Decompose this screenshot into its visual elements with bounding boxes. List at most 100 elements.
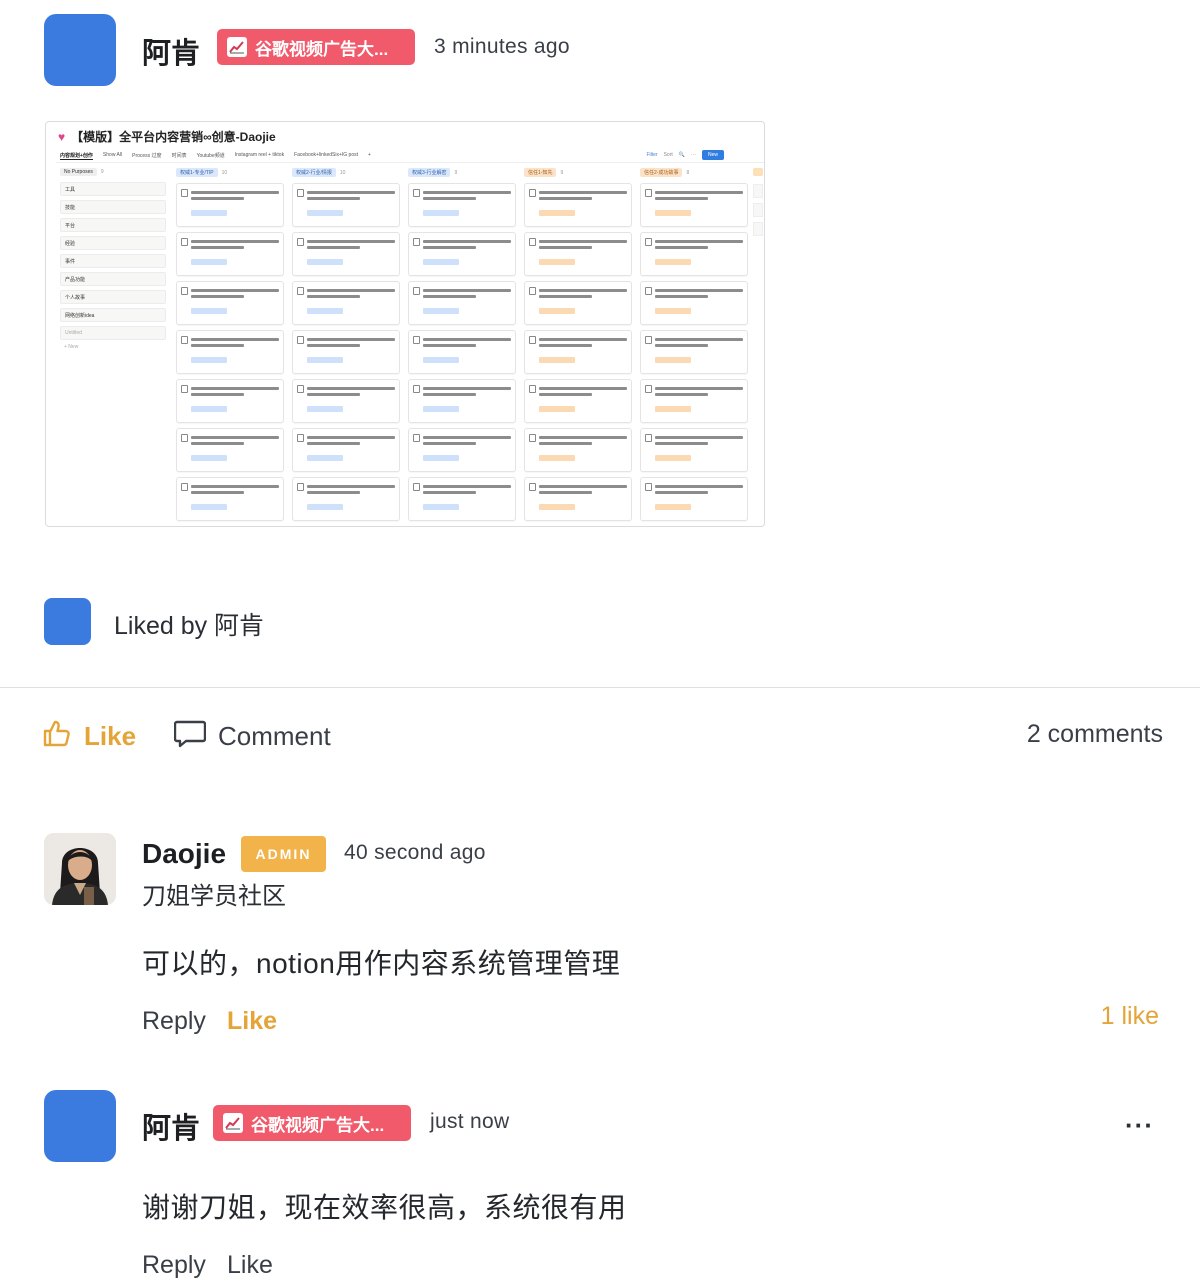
notion-card xyxy=(524,428,632,472)
notion-card xyxy=(408,281,516,325)
notion-board-column: 权威3-行业解密 9 xyxy=(408,168,516,526)
sidebar-group-item: 产品功能 xyxy=(60,272,166,286)
sidebar-group-item: 技能 xyxy=(60,200,166,214)
liker-avatar[interactable] xyxy=(44,598,91,645)
post-author-name[interactable]: 阿肯 xyxy=(142,30,200,72)
sidebar-group-item: 经验 xyxy=(60,236,166,250)
notion-toolbar: Filter Sort 🔍 ··· New xyxy=(646,150,724,160)
comment-author-name[interactable]: 阿肯 xyxy=(142,1105,200,1147)
notion-view-tab: Facebook+linkedSix+IG post xyxy=(294,152,359,158)
notion-view-tab: Youtube频道 xyxy=(196,153,225,159)
notion-card xyxy=(408,477,516,521)
notion-card xyxy=(408,379,516,423)
comment-author-badge: 谷歌视频广告大... xyxy=(213,1105,411,1141)
notion-card xyxy=(524,526,632,527)
notion-card xyxy=(408,232,516,276)
sidebar-header: No Purposes xyxy=(60,168,97,176)
comment-author-name[interactable]: Daojie xyxy=(142,838,226,870)
more-icon: ··· xyxy=(690,152,696,158)
notion-card xyxy=(524,232,632,276)
column-count: 10 xyxy=(221,169,228,176)
notion-card xyxy=(640,526,748,527)
notion-board-column: 权威1-专业/TIP 10 xyxy=(176,168,284,527)
reply-button[interactable]: Reply xyxy=(142,1007,206,1036)
notion-card xyxy=(176,183,284,227)
post-author-avatar[interactable] xyxy=(44,14,116,86)
notion-title: ♥ 【模版】全平台内容营销∞创意-Daojie xyxy=(58,130,276,144)
notion-card xyxy=(524,281,632,325)
notion-card xyxy=(292,526,400,527)
notion-card xyxy=(640,232,748,276)
sidebar-add: + New xyxy=(64,344,79,350)
comment-timestamp[interactable]: just now xyxy=(430,1110,509,1134)
notion-card xyxy=(176,379,284,423)
heart-icon: ♥ xyxy=(58,130,66,144)
post-attachment-image[interactable]: ♥ 【模版】全平台内容营销∞创意-Daojie 内容规划+创作 Show All Pr… xyxy=(45,121,765,527)
notion-card xyxy=(408,183,516,227)
notion-card xyxy=(292,232,400,276)
comment-timestamp[interactable]: 40 second ago xyxy=(344,841,486,865)
notion-board-column: 信任1-知先9+ New xyxy=(524,168,632,527)
column-count: 10 xyxy=(339,169,346,176)
like-count[interactable]: 1 like xyxy=(1101,1002,1159,1031)
notion-card xyxy=(176,330,284,374)
community-name: 刀姐学员社区 xyxy=(142,883,286,910)
comment-like-button[interactable]: Like xyxy=(227,1251,273,1280)
comment-body: 谢谢刀姐，现在效率很高，系统很有用 xyxy=(142,1192,627,1223)
notion-card xyxy=(176,526,284,527)
trending-chart-icon xyxy=(227,37,247,57)
daojie-avatar[interactable] xyxy=(44,833,116,905)
column-label: 信任2-成功故事 xyxy=(640,168,683,177)
column-label: 权威2-行业/情报 xyxy=(292,168,336,177)
notion-view-tab: + xyxy=(368,152,371,158)
comment-like-button[interactable]: Like xyxy=(227,1007,277,1036)
search-icon: 🔍 xyxy=(678,152,685,158)
column-label: 权威3-行业解密 xyxy=(408,168,451,177)
notion-card xyxy=(524,330,632,374)
badge-label: 谷歌视频广告大... xyxy=(251,1115,385,1135)
column-count: 9 xyxy=(454,169,458,176)
comment-body: 可以的，notion用作内容系统管理管理 xyxy=(142,948,621,979)
sidebar-group-item: Untitled xyxy=(60,326,166,340)
notion-sidebar: No Purposes 9 工具 技能 平台 经验 事件 产品功能 个人故事 网络创新idea U… xyxy=(60,168,166,350)
admin-badge: ADMIN xyxy=(241,836,326,872)
notion-card xyxy=(292,281,400,325)
comments-count[interactable]: 2 comments xyxy=(1027,720,1163,749)
sidebar-count: 9 xyxy=(100,169,104,175)
sidebar-group-item: 事件 xyxy=(60,254,166,268)
notion-card xyxy=(292,477,400,521)
thumbs-up-icon xyxy=(42,718,72,755)
notion-card xyxy=(408,428,516,472)
like-button[interactable]: Like xyxy=(42,718,136,755)
notion-card xyxy=(292,330,400,374)
notion-card xyxy=(292,183,400,227)
notion-card xyxy=(176,428,284,472)
comment-button[interactable]: Comment xyxy=(173,718,331,755)
notion-card xyxy=(640,330,748,374)
post-author-badge: 谷歌视频广告大... xyxy=(217,29,415,65)
post-timestamp[interactable]: 3 minutes ago xyxy=(434,35,570,59)
notion-card xyxy=(640,428,748,472)
notion-card xyxy=(176,477,284,521)
column-label: 权威1-专业/TIP xyxy=(176,168,218,177)
notion-card xyxy=(640,379,748,423)
column-count: 9 xyxy=(560,169,564,176)
notion-view-tab: Instagram reel + tiktok xyxy=(234,152,285,158)
sidebar-group-item: 平台 xyxy=(60,218,166,232)
notion-card xyxy=(640,281,748,325)
notion-card xyxy=(640,183,748,227)
notion-card xyxy=(176,232,284,276)
more-options-icon[interactable]: ··· xyxy=(1125,1110,1154,1141)
notion-card xyxy=(408,330,516,374)
notion-view-tab: 时间表 xyxy=(171,153,187,159)
notion-board-column: 权威2-行业/情报 10 xyxy=(292,168,400,527)
liked-by-text[interactable]: Liked by 阿肯 xyxy=(114,606,264,642)
notion-card xyxy=(524,477,632,521)
comment-author-avatar[interactable] xyxy=(44,1090,116,1162)
notion-card xyxy=(640,477,748,521)
notion-view-tabs: 内容规划+创作 Show All Process 过度 时间表 Youtube频道 Ins… xyxy=(60,152,371,160)
comment-bubble-icon xyxy=(173,718,207,755)
sort-label: Sort xyxy=(663,152,673,158)
reply-button[interactable]: Reply xyxy=(142,1251,206,1280)
column-count: 8 xyxy=(686,169,690,176)
